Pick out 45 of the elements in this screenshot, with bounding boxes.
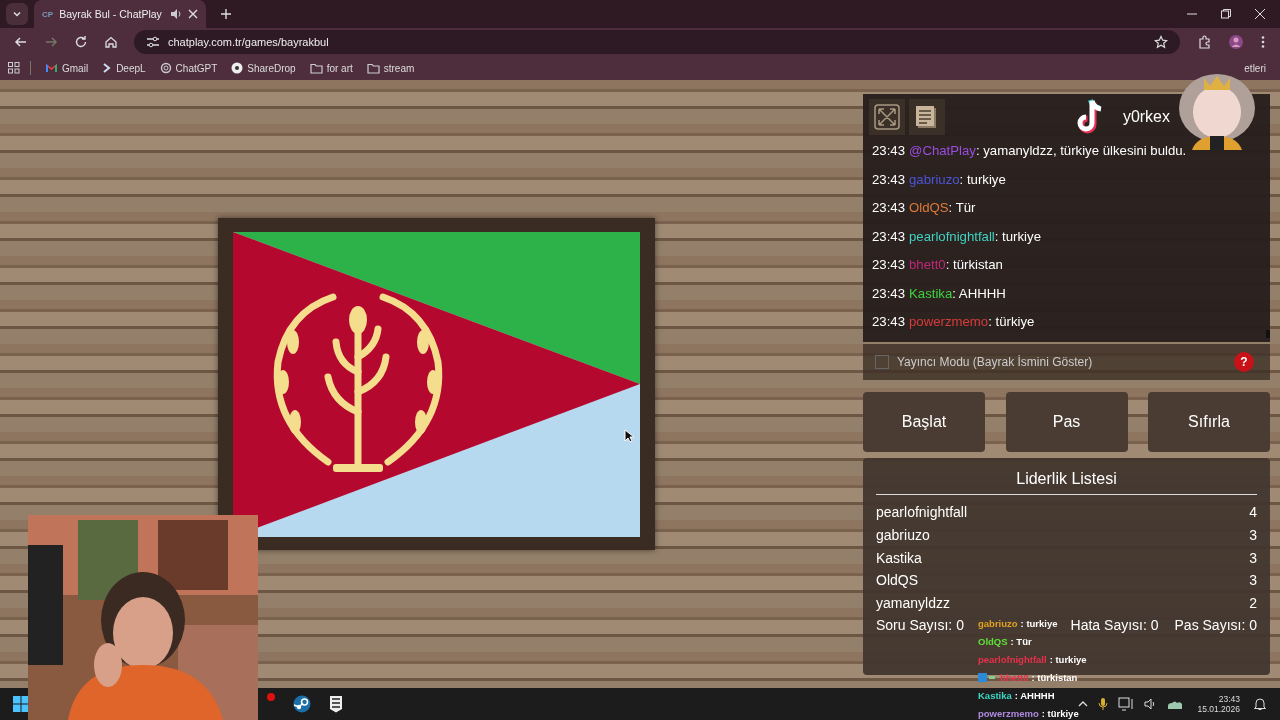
help-button[interactable]: ? [1234, 352, 1254, 372]
action-button[interactable]: Başlat [863, 392, 985, 452]
leaderboard-title: Liderlik Listesi [876, 458, 1257, 495]
action-button[interactable]: Sıfırla [1148, 392, 1270, 452]
bookmark-link[interactable]: for art [309, 62, 353, 74]
address-bar[interactable]: chatplay.com.tr/games/bayrakbul [134, 30, 1180, 54]
bookmark-link[interactable]: DeepL [102, 62, 146, 74]
bookmark-link[interactable]: stream [366, 62, 415, 74]
stat-label: Pas Sayısı: 0 [1174, 617, 1257, 633]
checkbox-label[interactable]: Yayıncı Modu (Bayrak İsmini Göster) [897, 355, 1093, 369]
bookmark-link[interactable]: etleri [1244, 62, 1266, 74]
action-button[interactable]: Pas [1005, 392, 1128, 452]
bookmark-link[interactable]: Gmail [45, 62, 89, 74]
stream-chat-message: gabriuzo : turkiye [978, 616, 1058, 631]
stream-chat-message: Kastika : AHHHH [978, 688, 1055, 703]
player-name: OldQS [876, 571, 918, 591]
player-score: 3 [1249, 525, 1257, 545]
browser-tab[interactable]: CP Bayrak Bul - ChatPlay [34, 0, 206, 28]
chat-message: 23:43 pearlofnightfall: turkiye [872, 227, 1042, 246]
player-name: yamanyldzz [876, 594, 950, 614]
chat-message: 23:43 gabriuzo: turkiye [872, 170, 1007, 189]
player-score: 2 [1249, 594, 1257, 614]
player-name: gabriuzo [876, 525, 930, 545]
chat-message: 23:43 OldQS: Tür [872, 199, 977, 217]
chat-message: 23:43 bhett0: türkistan [872, 256, 1004, 274]
site-favicon: CP [42, 9, 54, 19]
player-name: pearlofnightfall [876, 503, 968, 522]
tab-title: Bayrak Bul - ChatPlay [59, 8, 163, 20]
player-score: 3 [1249, 571, 1257, 591]
stream-chat-message: powerzmemo : türkiye [978, 706, 1079, 720]
player-score: 4 [1249, 503, 1257, 522]
chat-message: 23:43 @ChatPlay: yamanyldzz, türkiye ülkesini buldu. [872, 142, 1188, 160]
bookmark-link[interactable]: ChatGPT [159, 62, 218, 74]
bookmark-link[interactable]: ShareDrop [231, 62, 296, 74]
player-score: 3 [1249, 548, 1257, 568]
player-name: Kastika [876, 548, 922, 568]
stat-label: Soru Sayısı: 0 [876, 617, 964, 633]
taskbar-clock[interactable]: 23:43 15.01.2026 [1197, 694, 1240, 714]
channel-name: y0rkex [1122, 108, 1170, 126]
stream-chat-message: OldQS : Tür [978, 634, 1032, 649]
chat-message: 23:43 Kastika: AHHHH [872, 284, 1007, 303]
stream-chat-message: pearlofnightfall : turkiye [978, 652, 1087, 667]
stream-chat-message: bhett0 : türkistan [978, 668, 1078, 686]
stat-label: Hata Sayısı: 0 [1070, 617, 1159, 633]
chat-message: 23:43 powerzmemo: türkiye [872, 313, 1036, 331]
